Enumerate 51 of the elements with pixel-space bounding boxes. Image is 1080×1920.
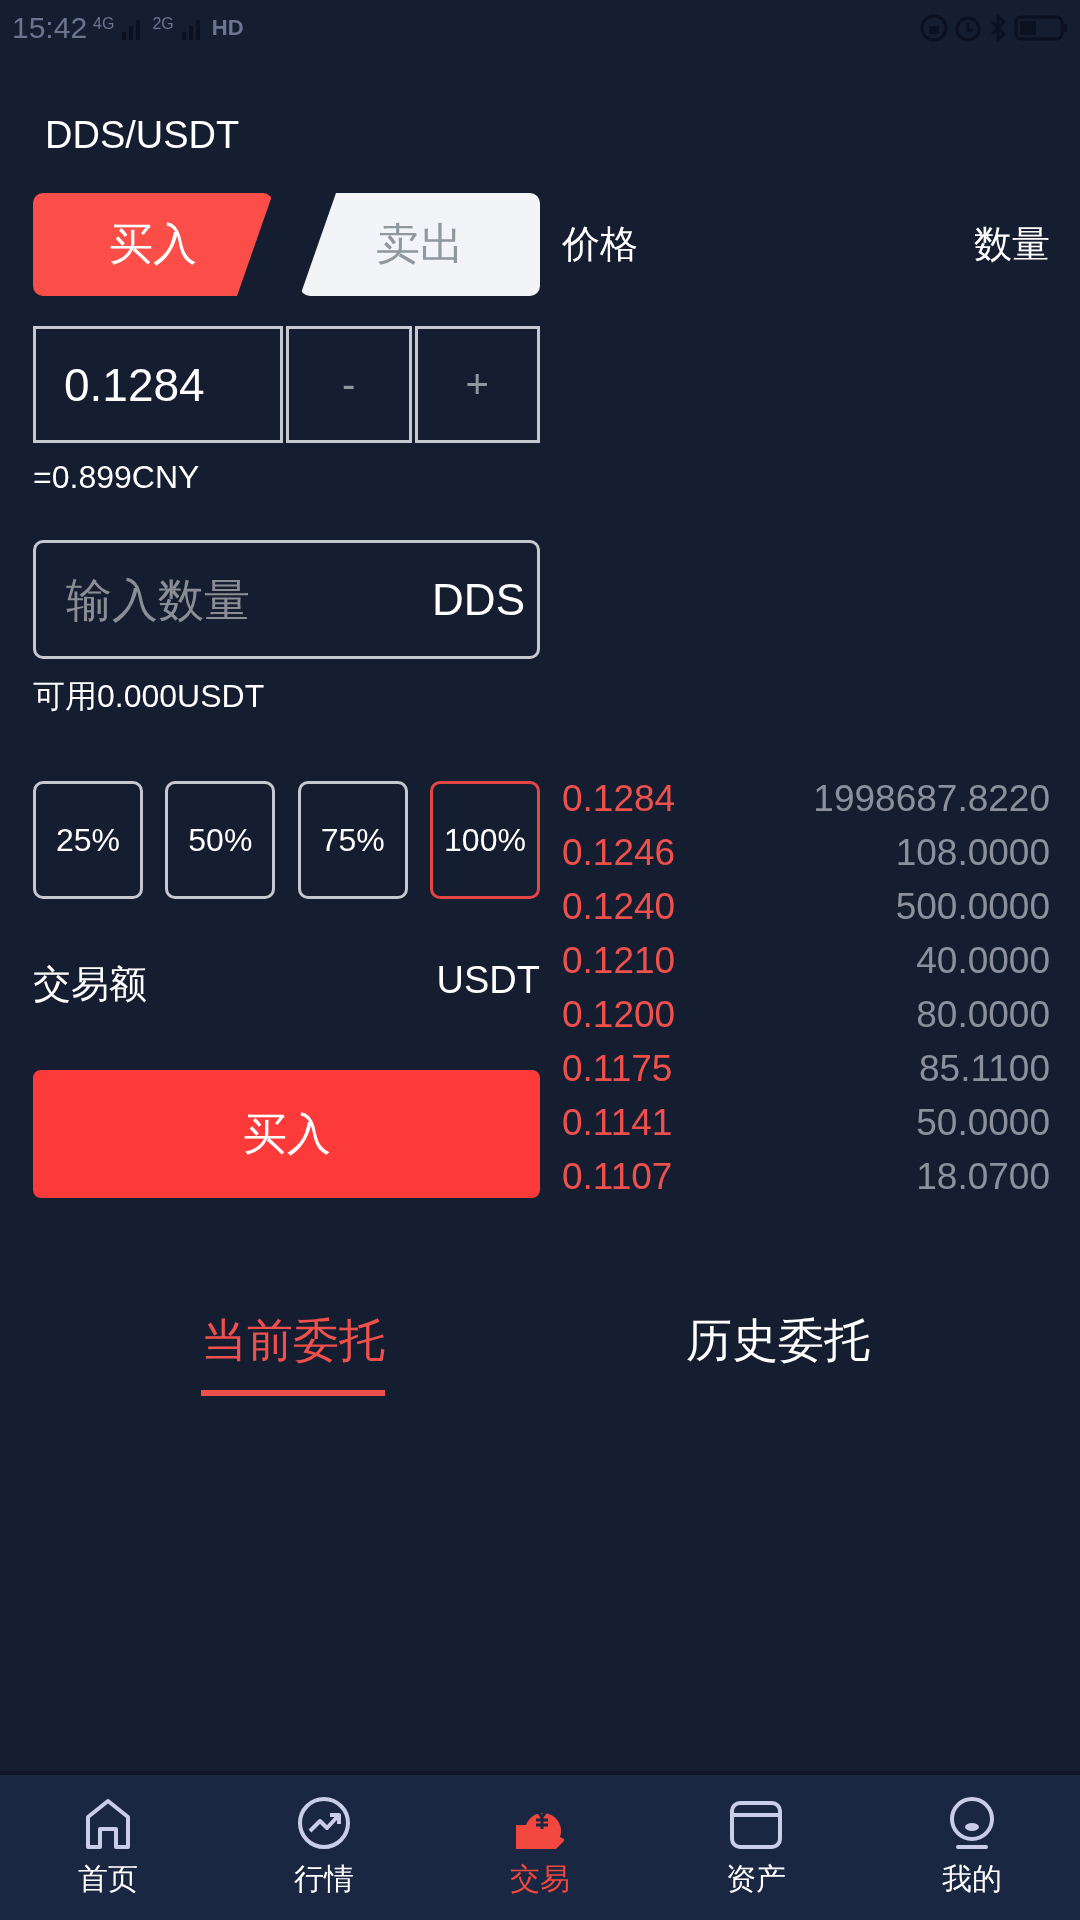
network-label: 2G (152, 15, 174, 33)
ask-amount: 50.0000 (916, 1102, 1050, 1144)
ask-price: 0.1200 (562, 994, 676, 1036)
percent-button[interactable]: 100% (430, 781, 540, 899)
percent-button[interactable]: 25% (33, 781, 143, 899)
total-label: 交易额 (33, 962, 147, 1007)
quantity-field[interactable]: 输入数量 DDS (33, 540, 540, 659)
ask-amount: 40.0000 (916, 940, 1050, 982)
status-time: 15:42 (12, 11, 88, 45)
chart-icon[interactable] (296, 1795, 352, 1851)
nav-item[interactable]: 我的 (897, 1795, 1047, 1900)
nav-label: 资产 (726, 1861, 786, 1897)
hd-label: HD (211, 15, 244, 41)
price-field[interactable]: 0.1284 (33, 326, 283, 443)
ask-price: 0.1210 (562, 940, 676, 982)
orders-tab[interactable]: 当前委托 (200, 1298, 385, 1396)
percent-button[interactable]: 75% (297, 781, 408, 899)
cny-value: =0.899CNY (33, 459, 201, 496)
nav-item[interactable]: 交易 (465, 1795, 615, 1900)
nav-label: 行情 (294, 1861, 354, 1897)
nav-item[interactable]: 资产 (681, 1795, 831, 1900)
ask-price: 0.1107 (562, 1156, 673, 1198)
nav-label: 我的 (942, 1861, 1002, 1897)
column-header: 价格 (562, 222, 638, 267)
nav-label: 首页 (78, 1861, 138, 1897)
ask-price: 0.1246 (562, 832, 676, 874)
decrease-button[interactable]: - (286, 326, 412, 443)
ask-price: 0.1141 (562, 1102, 673, 1144)
column-header: 数量 (974, 222, 1050, 267)
ask-price: 0.1284 (562, 778, 676, 820)
nav-item[interactable]: 首页 (33, 1795, 183, 1900)
quantity-input[interactable]: 输入数量 (64, 571, 433, 628)
ask-price: 0.1175 (562, 1048, 673, 1090)
nav-item[interactable]: 行情 (249, 1795, 399, 1900)
percent-button[interactable]: 50% (165, 781, 276, 899)
pair-title: DDS/USDT (45, 114, 240, 157)
ask-amount: 1998687.8220 (813, 778, 1050, 820)
total-unit: USDT (436, 959, 540, 1003)
unit-label: DDS (432, 574, 525, 625)
ask-amount: 18.0700 (916, 1156, 1050, 1198)
increase-button[interactable]: + (414, 326, 540, 443)
available-balance: 可用0.000USDT (33, 677, 266, 716)
ask-amount: 108.0000 (895, 832, 1050, 874)
network-label: 4G (93, 15, 115, 33)
ask-price: 0.1240 (562, 886, 676, 928)
nav-label: 交易 (510, 1861, 570, 1897)
buy-button[interactable]: 买入 (33, 1070, 540, 1198)
ask-amount: 85.1100 (919, 1048, 1050, 1090)
ask-amount: 500.0000 (895, 886, 1050, 928)
ask-amount: 80.0000 (916, 994, 1050, 1036)
orders-tab[interactable]: 历史委托 (685, 1298, 870, 1396)
